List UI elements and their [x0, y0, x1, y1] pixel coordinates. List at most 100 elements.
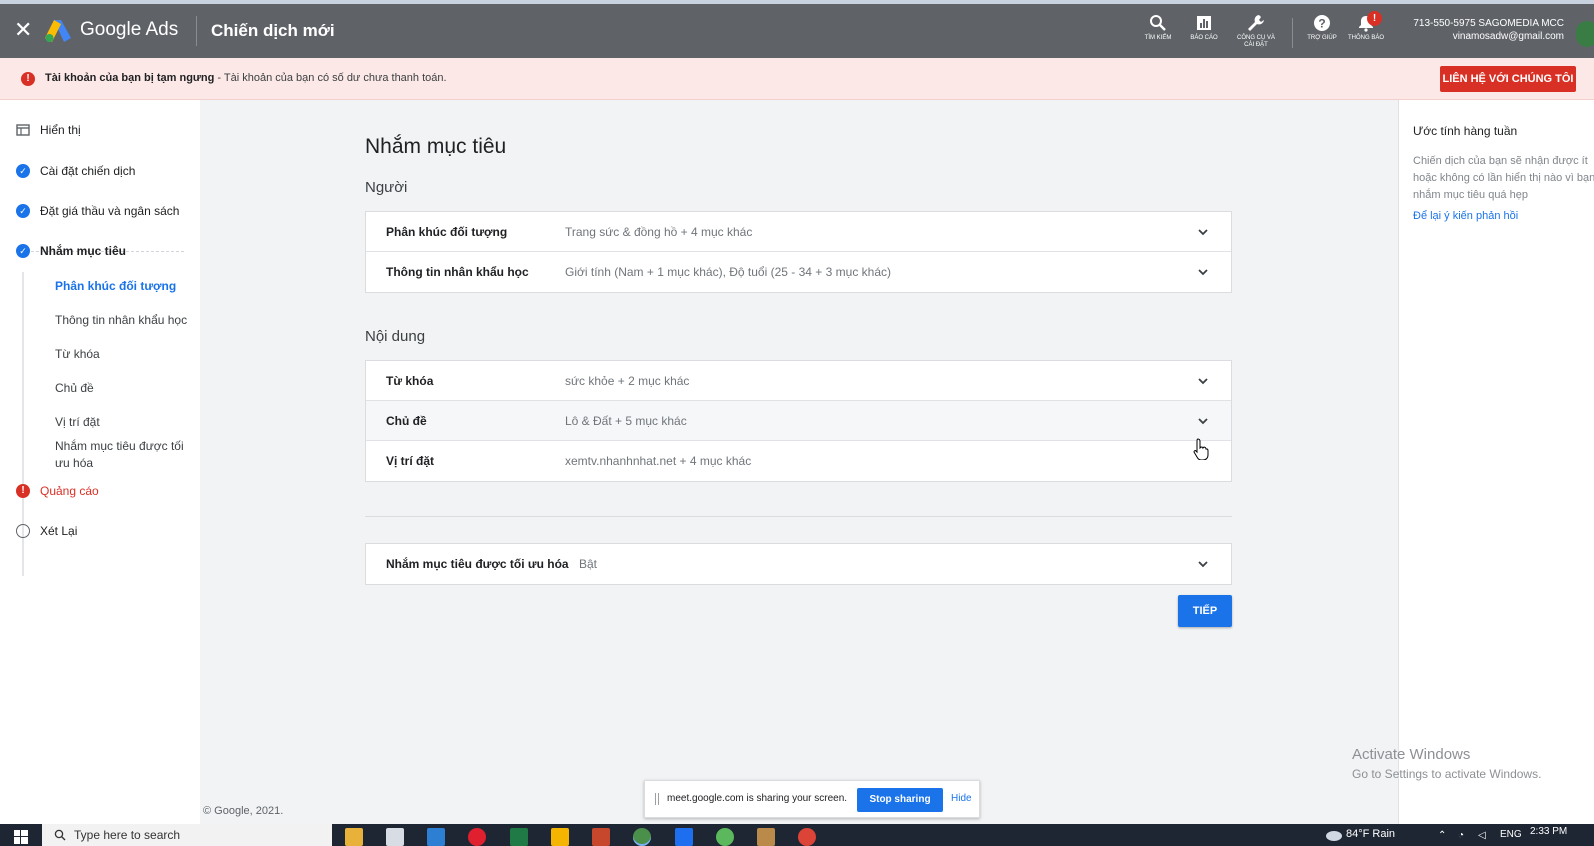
next-button[interactable]: TIẾP: [1178, 595, 1232, 627]
content-card: Từ khóa sức khỏe + 2 mục khác Chủ đề Lô …: [365, 360, 1232, 482]
sidebar-item-label: Xét Lại: [40, 524, 78, 538]
hide-button[interactable]: Hide: [951, 793, 972, 804]
opera-icon[interactable]: [468, 828, 486, 846]
row-value: Bật: [579, 557, 598, 571]
search-tool-button[interactable]: TÌM KIẾM: [1135, 14, 1181, 42]
avatar[interactable]: [1576, 21, 1594, 47]
chrome-icon[interactable]: [633, 828, 651, 846]
sidebar-sub-demographics[interactable]: Thông tin nhân khẩu học: [55, 312, 195, 329]
error-icon: !: [21, 72, 35, 86]
sidebar-item-label: Cài đặt chiến dịch: [40, 164, 136, 178]
alert-message: Tài khoản của bạn bị tạm ngưng - Tài kho…: [45, 72, 447, 84]
windows-start-icon[interactable]: [14, 830, 28, 844]
row-topics[interactable]: Chủ đề Lô & Đất + 5 mục khác: [366, 401, 1231, 441]
taskbar-search[interactable]: Type here to search: [42, 824, 332, 846]
notification-badge: !: [1367, 11, 1382, 26]
chevron-down-icon[interactable]: [1197, 375, 1209, 387]
people-section-title: Người: [365, 179, 408, 196]
tools-settings-label: CÔNG CỤ VÀ CÀI ĐẶT: [1236, 35, 1275, 48]
wifi-icon[interactable]: ◔: [1458, 830, 1464, 841]
rain-cloud-icon: [1326, 831, 1342, 841]
chrome-icon[interactable]: [798, 828, 816, 846]
alert-bold-text: Tài khoản của bạn bị tạm ngưng: [45, 72, 215, 84]
store-icon[interactable]: [386, 828, 404, 846]
close-icon[interactable]: ✕: [14, 18, 34, 42]
sidebar-item-label: Nhắm mục tiêu: [40, 244, 127, 258]
account-suspended-banner: ! Tài khoản của bạn bị tạm ngưng - Tài k…: [0, 58, 1594, 100]
clock[interactable]: 2:33 PM: [1530, 826, 1567, 838]
mail-icon[interactable]: [427, 828, 445, 846]
row-label: Vị trí đặt: [386, 454, 435, 468]
row-value: Giới tính (Nam + 1 mục khác), Độ tuổi (2…: [565, 265, 891, 279]
reports-tool-button[interactable]: BÁO CÁO: [1181, 14, 1227, 42]
estimate-title: Ước tính hàng tuần: [1413, 124, 1518, 138]
chevron-down-icon[interactable]: [1197, 226, 1209, 238]
row-demographics[interactable]: Thông tin nhân khẩu học Giới tính (Nam +…: [366, 252, 1231, 292]
wrench-icon: [1248, 15, 1264, 31]
feedback-link[interactable]: Để lại ý kiến phản hồi: [1413, 210, 1518, 222]
powerpoint-icon[interactable]: [592, 828, 610, 846]
sidebar-sub-keywords[interactable]: Từ khóa: [55, 346, 195, 363]
weekly-estimate-panel: Ước tính hàng tuần Chiến dịch của bạn sẽ…: [1398, 100, 1594, 824]
sidebar-sub-topics[interactable]: Chủ đề: [55, 380, 195, 397]
chevron-down-icon[interactable]: [1197, 558, 1209, 570]
search-icon: [1150, 15, 1166, 31]
sidebar-item-label: Hiển thị: [40, 123, 81, 137]
watermark-line1: Activate Windows: [1352, 746, 1471, 763]
activate-windows-watermark: Activate Windows Go to Settings to activ…: [1352, 745, 1541, 783]
row-placements[interactable]: Vị trí đặt xemtv.nhanhnhat.net + 4 mục k…: [366, 441, 1231, 481]
contact-us-button[interactable]: LIÊN HỆ VỚI CHÚNG TÔI: [1440, 66, 1576, 92]
watermark-line2: Go to Settings to activate Windows.: [1352, 767, 1542, 781]
reports-tool-label: BÁO CÁO: [1190, 35, 1218, 41]
row-optimized-targeting[interactable]: Nhắm mục tiêu được tối ưu hóa Bật: [366, 544, 1231, 584]
zalo-icon[interactable]: [675, 828, 693, 846]
row-keywords[interactable]: Từ khóa sức khỏe + 2 mục khác: [366, 361, 1231, 401]
stop-sharing-button[interactable]: Stop sharing: [857, 788, 943, 812]
section-divider: [365, 516, 1232, 517]
input-language[interactable]: ENG: [1500, 829, 1522, 840]
svg-text:?: ?: [1318, 17, 1325, 31]
windows-taskbar: Type here to search 84°F Rain ⌃ ◔ ◁ ENG …: [0, 824, 1594, 846]
chevron-down-icon[interactable]: [1197, 415, 1209, 427]
screen-share-bar: meet.google.com is sharing your screen. …: [644, 780, 980, 818]
chevron-down-icon[interactable]: [1197, 266, 1209, 278]
bar-chart-icon: [1197, 16, 1211, 30]
row-audience-segments[interactable]: Phân khúc đối tượng Trang sức & đồng hồ …: [366, 212, 1231, 252]
row-label: Phân khúc đối tượng: [386, 225, 508, 239]
alert-detail-text: - Tài khoản của bạn có số dư chưa thanh …: [214, 72, 447, 84]
google-ads-logo-icon: [45, 20, 71, 42]
empty-circle-icon: [16, 524, 30, 538]
row-value: Trang sức & đồng hồ + 4 mục khác: [565, 225, 753, 239]
error-icon: !: [16, 484, 30, 498]
account-id: 713-550-5975 SAGOMEDIA MCC: [1413, 18, 1564, 29]
chevron-up-icon[interactable]: ⌃: [1438, 830, 1446, 841]
check-circle-icon: ✓: [16, 244, 30, 258]
copyright-text: © Google, 2021.: [203, 805, 284, 817]
notifications-tool-button[interactable]: THÔNG BÁO: [1343, 14, 1389, 42]
estimate-message: Chiến dịch của bạn sẽ nhận được ít hoặc …: [1413, 155, 1594, 201]
account-info[interactable]: 713-550-5975 SAGOMEDIA MCC vinamosadw@gm…: [1413, 17, 1564, 43]
sidebar-sub-audience-segments[interactable]: Phân khúc đối tượng: [55, 278, 195, 295]
volume-icon[interactable]: ◁: [1478, 830, 1486, 841]
row-value: xemtv.nhanhnhat.net + 4 mục khác: [565, 454, 752, 468]
weather-text: 84°F Rain: [1346, 828, 1396, 840]
help-tool-label: TRỢ GIÚP: [1307, 35, 1337, 41]
file-explorer-icon[interactable]: [345, 828, 363, 846]
taskbar-search-placeholder: Type here to search: [74, 828, 181, 842]
sidebar-item-label: Quảng cáo: [40, 484, 99, 498]
sidebar-sub-placements[interactable]: Vị trí đặt: [55, 414, 195, 431]
row-label: Từ khóa: [386, 374, 434, 388]
hand-cursor-icon: [1193, 438, 1209, 460]
search-icon: [54, 829, 66, 841]
drag-handle-icon[interactable]: [655, 793, 659, 805]
tools-settings-button[interactable]: CÔNG CỤ VÀ CÀI ĐẶT: [1233, 14, 1279, 49]
share-message: meet.google.com is sharing your screen.: [667, 793, 848, 804]
sidebar-sub-optimized-targeting[interactable]: Nhắm mục tiêu được tối ưu hóa: [55, 438, 195, 472]
paint-icon[interactable]: [757, 828, 775, 846]
content-section-title: Nội dung: [365, 328, 426, 345]
excel-icon[interactable]: [510, 828, 528, 846]
row-label: Nhắm mục tiêu được tối ưu hóa: [386, 557, 569, 571]
coccoc-icon[interactable]: [716, 828, 734, 846]
google-ads-taskbar-icon[interactable]: [551, 828, 569, 846]
help-tool-button[interactable]: ? TRỢ GIÚP: [1299, 14, 1345, 42]
